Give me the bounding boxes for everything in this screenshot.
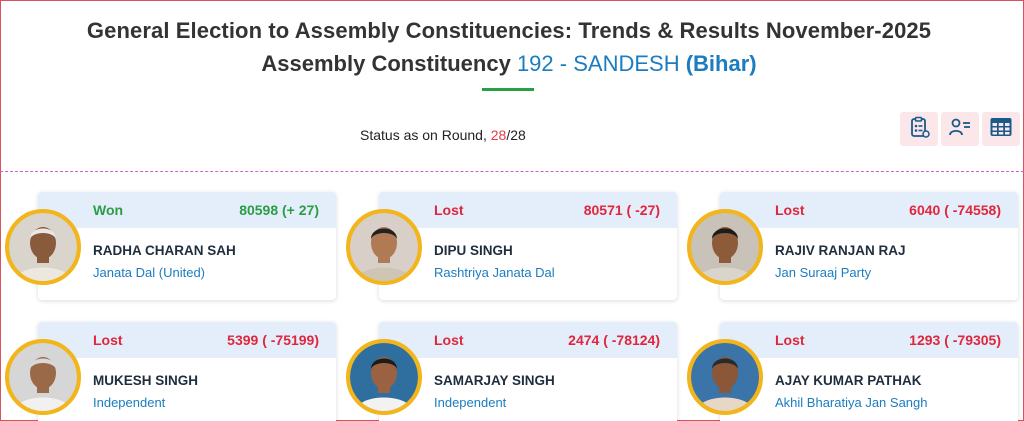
result-status: Lost [434, 332, 464, 348]
candidate-photo [346, 209, 422, 285]
result-status: Won [93, 202, 124, 218]
section-divider [0, 171, 1024, 172]
result-status: Lost [775, 332, 805, 348]
party-name: Akhil Bharatiya Jan Sangh [775, 395, 928, 410]
page-title: General Election to Assembly Constituenc… [86, 18, 932, 43]
user-list-icon [948, 115, 972, 144]
candidate-card[interactable]: Won 80598 (+ 27) RADHA CHARAN SAH Janata Da… [38, 192, 336, 300]
title-underline [482, 88, 534, 91]
candidate-photo [687, 209, 763, 285]
party-name: Independent [93, 395, 166, 410]
clipboard-list-button[interactable] [900, 112, 938, 146]
user-list-button[interactable] [941, 112, 979, 146]
clipboard-list-icon [907, 115, 931, 144]
candidate-name: AJAY KUMAR PATHAK [775, 373, 922, 388]
state-name: (Bihar) [685, 51, 757, 76]
result-status: Lost [775, 202, 805, 218]
vote-count: 5399 ( -75199) [227, 332, 319, 348]
party-name: Janata Dal (United) [93, 265, 205, 280]
candidate-name: DIPU SINGH [434, 243, 513, 258]
result-status: Lost [434, 202, 464, 218]
constituency-name: SANDESH [573, 51, 680, 76]
candidate-photo [346, 339, 422, 415]
vote-count: 6040 ( -74558) [909, 202, 1001, 218]
status-label: Status as on Round, [360, 127, 487, 143]
candidate-card[interactable]: Lost 6040 ( -74558) RAJIV RANJAN RAJ Jan Su… [720, 192, 1018, 300]
candidate-photo [5, 339, 81, 415]
candidate-photo [5, 209, 81, 285]
candidate-photo [687, 339, 763, 415]
vote-count: 80598 (+ 27) [239, 202, 319, 218]
candidate-name: MUKESH SINGH [93, 373, 199, 388]
candidate-name: SAMARJAY SINGH [434, 373, 555, 388]
vote-count: 2474 ( -78124) [568, 332, 660, 348]
constituency-number: 192 - [516, 51, 568, 76]
round-status: Status as on Round, 28/28 [360, 127, 526, 143]
vote-count: 1293 ( -79305) [909, 332, 1001, 348]
candidate-name: RADHA CHARAN SAH [93, 243, 236, 258]
candidate-card[interactable]: Lost 5399 ( -75199) MUKESH SINGH Independen… [38, 322, 336, 421]
constituency-label: Assembly Constituency [261, 51, 511, 76]
candidate-card[interactable]: Lost 2474 ( -78124) SAMARJAY SINGH Independ… [379, 322, 677, 421]
result-status: Lost [93, 332, 123, 348]
table-view-button[interactable] [982, 112, 1020, 146]
vote-count: 80571 ( -27) [583, 202, 660, 218]
party-name: Independent [434, 395, 507, 410]
candidate-name: RAJIV RANJAN RAJ [775, 243, 906, 258]
candidate-card[interactable]: Lost 80571 ( -27) DIPU SINGH Rashtriya Jana… [379, 192, 677, 300]
party-name: Rashtriya Janata Dal [434, 265, 555, 280]
candidate-card[interactable]: Lost 1293 ( -79305) AJAY KUMAR PATHAK Akhil… [720, 322, 1018, 421]
table-grid-icon [989, 116, 1013, 143]
party-name: Jan Suraaj Party [775, 265, 872, 280]
total-rounds: /28 [506, 127, 526, 143]
current-round: 28 [490, 127, 507, 143]
constituency-title: Assembly Constituency 192 - SANDESH (Bih… [0, 51, 1018, 77]
